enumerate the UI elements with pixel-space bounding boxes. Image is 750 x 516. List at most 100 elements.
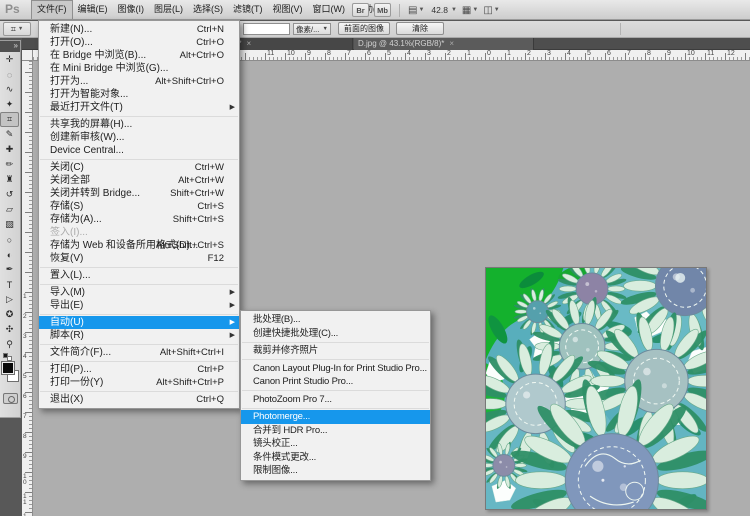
menu-item[interactable]: 打印(P)...Ctrl+P [39, 363, 239, 376]
menubar-item-edit[interactable]: 编辑(E) [73, 0, 113, 19]
menu-item[interactable]: 在 Mini Bridge 中浏览(G)... [39, 62, 239, 75]
menu-item[interactable]: 打印一份(Y)Alt+Shift+Ctrl+P [39, 376, 239, 389]
app-background [0, 418, 22, 516]
menu-item[interactable]: 条件模式更改... [241, 451, 430, 465]
menubar-item-select[interactable]: 选择(S) [188, 0, 228, 19]
canvas-image[interactable] [485, 267, 707, 510]
brush-tool-icon[interactable]: ✏ [0, 157, 19, 172]
menu-item[interactable]: 存储为 Web 和设备所用格式(D)...Alt+Shift+Ctrl+S [39, 239, 239, 252]
path-selection-tool-icon[interactable]: ▷ [0, 292, 19, 307]
submenu-arrow-icon: ▶ [230, 101, 235, 114]
document-tab-2[interactable]: D.jpg @ 43.1%(RGB/8)*× [354, 38, 534, 50]
dodge-tool-icon[interactable]: ◐ [0, 247, 19, 262]
crop-icon: ⌗ [11, 24, 16, 35]
menu-item[interactable]: 裁剪并修齐照片 [241, 344, 430, 358]
blur-tool-icon[interactable]: ○ [0, 232, 19, 247]
screen-mode-dropdown[interactable]: ◫ ▼ [483, 5, 499, 16]
menu-item[interactable]: 新建(N)...Ctrl+N [39, 23, 239, 36]
arrange-documents-dropdown[interactable]: ▦ ▼ [462, 5, 478, 16]
menu-item[interactable]: 最近打开文件(T)▶ [39, 101, 239, 114]
menu-item-shortcut: F12 [208, 252, 224, 265]
gradient-tool-icon[interactable]: ▨ [0, 217, 19, 232]
front-image-button[interactable]: 前面的图像 [338, 22, 390, 35]
menubar-item-window[interactable]: 窗口(W) [308, 0, 351, 19]
menu-item[interactable]: 脚本(R)▶ [39, 329, 239, 342]
eraser-tool-icon[interactable]: ▱ [0, 202, 19, 217]
menubar-item-file[interactable]: 文件(F) [31, 0, 73, 19]
launch-bridge-button[interactable]: Br [352, 3, 369, 17]
ruler-number: 1 [467, 50, 471, 57]
menu-item[interactable]: 在 Bridge 中浏览(B)...Alt+Ctrl+O [39, 49, 239, 62]
zoom-tool-icon[interactable]: ⚲ [0, 337, 19, 352]
submenu-arrow-icon: ▶ [230, 329, 235, 342]
menu-item[interactable]: 导入(M)▶ [39, 286, 239, 299]
menu-item[interactable]: 合并到 HDR Pro... [241, 424, 430, 438]
shape-tool-icon[interactable]: ✪ [0, 307, 19, 322]
resolution-field[interactable] [243, 23, 290, 35]
menubar-item-filter[interactable]: 滤镜(T) [228, 0, 268, 19]
menu-item[interactable]: Canon Layout Plug-In for Print Studio Pr… [241, 362, 430, 376]
menu-item[interactable]: PhotoZoom Pro 7... [241, 393, 430, 407]
menu-item[interactable]: 关闭(C)Ctrl+W [39, 161, 239, 174]
menu-item-photomerge[interactable]: Photomerge... [241, 410, 430, 424]
clear-button[interactable]: 清除 [396, 22, 444, 35]
menu-item[interactable]: 导出(E)▶ [39, 299, 239, 312]
menubar-item-layer[interactable]: 图层(L) [149, 0, 188, 19]
menu-item[interactable]: 批处理(B)... [241, 313, 430, 327]
eyedropper-tool-icon[interactable]: ✎ [0, 127, 19, 142]
menu-item[interactable]: 存储为(A)...Shift+Ctrl+S [39, 213, 239, 226]
quick-mask-button[interactable] [3, 393, 18, 404]
type-tool-icon[interactable]: T [0, 277, 19, 292]
tab-close-icon[interactable]: × [449, 39, 454, 48]
menu-item[interactable]: 签入(I)... [39, 226, 239, 239]
crop-tool-icon[interactable]: ⌗ [0, 112, 19, 127]
menu-item[interactable]: 创建新审核(W)... [39, 131, 239, 144]
menu-item-label: 打印(P)... [50, 364, 92, 375]
tab-close-icon[interactable]: × [246, 39, 251, 48]
menu-item-automate[interactable]: 自动(U)▶ [39, 316, 239, 329]
ruler-number: 1 1 [23, 494, 27, 506]
healing-brush-tool-icon[interactable]: ✚ [0, 142, 19, 157]
launch-mini-bridge-button[interactable]: Mb [374, 3, 391, 17]
crop-tool-preset-picker[interactable]: ⌗ ▼ [3, 22, 31, 36]
menu-item[interactable]: 退出(X)Ctrl+Q [39, 393, 239, 406]
default-swatches-icon[interactable] [0, 352, 20, 361]
menu-item[interactable]: Canon Print Studio Pro... [241, 375, 430, 389]
resolution-unit-dropdown[interactable]: 像素/... ▼ [293, 23, 331, 35]
ruler-number: 5 [587, 50, 591, 57]
hand-tool-icon[interactable]: ✣ [0, 322, 19, 337]
menubar-item-image[interactable]: 图像(I) [113, 0, 150, 19]
menu-item[interactable]: 存储(S)Ctrl+S [39, 200, 239, 213]
menu-item[interactable]: 关闭并转到 Bridge...Shift+Ctrl+W [39, 187, 239, 200]
menubar-item-view[interactable]: 视图(V) [268, 0, 308, 19]
menu-item[interactable]: 文件简介(F)...Alt+Shift+Ctrl+I [39, 346, 239, 359]
menu-item[interactable]: 打开(O)...Ctrl+O [39, 36, 239, 49]
lasso-tool-icon[interactable]: ∿ [0, 82, 19, 97]
menu-item-label: 导出(E) [50, 300, 83, 311]
clone-stamp-tool-icon[interactable]: ♜ [0, 172, 19, 187]
menu-item[interactable]: 打开为...Alt+Shift+Ctrl+O [39, 75, 239, 88]
view-extras-dropdown[interactable]: ▤ ▼ [408, 5, 424, 16]
foreground-background-swatches[interactable] [0, 361, 20, 387]
menu-item[interactable]: 创建快捷批处理(C)... [241, 327, 430, 341]
tools-panel-collapse[interactable]: » [0, 41, 20, 52]
menu-item[interactable]: 置入(L)... [39, 269, 239, 282]
chevron-down-icon: ▼ [451, 7, 457, 13]
history-brush-tool-icon[interactable]: ↺ [0, 187, 19, 202]
zoom-level-dropdown[interactable]: 42.8 ▼ [429, 5, 457, 15]
menu-item[interactable]: 打开为智能对象... [39, 88, 239, 101]
submenu-arrow-icon: ▶ [230, 286, 235, 299]
tools-panel: » ✛◌∿✦⌗✎✚✏♜↺▱▨○◐✒T▷✪✣⚲ [0, 40, 21, 418]
pen-tool-icon[interactable]: ✒ [0, 262, 19, 277]
menu-item[interactable]: 共享我的屏幕(H)... [39, 118, 239, 131]
quick-selection-tool-icon[interactable]: ✦ [0, 97, 19, 112]
menu-item-label: 置入(L)... [50, 270, 91, 281]
move-tool-icon[interactable]: ✛ [0, 52, 19, 67]
menu-item[interactable]: 限制图像... [241, 464, 430, 478]
menu-item[interactable]: 恢复(V)F12 [39, 252, 239, 265]
menu-item[interactable]: Device Central... [39, 144, 239, 157]
menu-item-label: Canon Layout Plug-In for Print Studio Pr… [253, 363, 427, 374]
marquee-tool-icon[interactable]: ◌ [0, 67, 19, 82]
menu-item[interactable]: 关闭全部Alt+Ctrl+W [39, 174, 239, 187]
menu-item[interactable]: 镜头校正... [241, 437, 430, 451]
